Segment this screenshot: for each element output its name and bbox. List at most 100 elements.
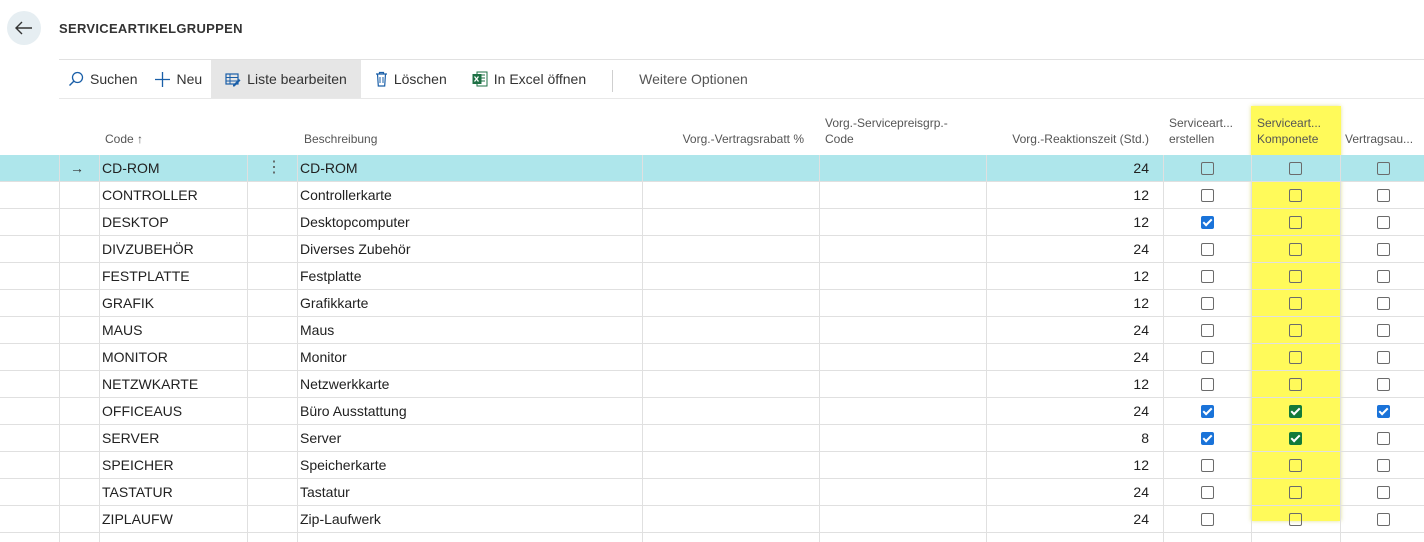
checkbox-create-service-item[interactable] bbox=[1201, 162, 1214, 175]
checkbox-contract[interactable] bbox=[1377, 297, 1390, 310]
cell-response-time[interactable]: 8 bbox=[986, 425, 1149, 451]
cell-code[interactable]: MONITOR bbox=[102, 344, 168, 370]
checkbox-create-service-item[interactable] bbox=[1201, 351, 1214, 364]
cell-code[interactable]: FESTPLATTE bbox=[102, 263, 190, 289]
checkbox-create-service-item[interactable] bbox=[1201, 324, 1214, 337]
column-header-code[interactable]: Code ↑ bbox=[105, 131, 143, 147]
checkbox-service-item-component[interactable] bbox=[1289, 216, 1302, 229]
cell-response-time[interactable]: 24 bbox=[986, 344, 1149, 370]
checkbox-contract[interactable] bbox=[1377, 405, 1390, 418]
checkbox-service-item-component[interactable] bbox=[1289, 378, 1302, 391]
checkbox-service-item-component[interactable] bbox=[1289, 405, 1302, 418]
cell-code[interactable]: TASTATUR bbox=[102, 479, 173, 505]
checkbox-contract[interactable] bbox=[1377, 378, 1390, 391]
cell-response-time[interactable]: 24 bbox=[986, 155, 1149, 181]
column-header-description[interactable]: Beschreibung bbox=[304, 131, 377, 147]
checkbox-contract[interactable] bbox=[1377, 513, 1390, 526]
table-row[interactable]: CONTROLLER Controllerkarte 12 bbox=[0, 182, 1424, 209]
cell-description[interactable]: Desktopcomputer bbox=[300, 209, 410, 235]
checkbox-service-item-component[interactable] bbox=[1289, 351, 1302, 364]
checkbox-contract[interactable] bbox=[1377, 459, 1390, 472]
cell-description[interactable]: Maus bbox=[300, 317, 334, 343]
checkbox-service-item-component[interactable] bbox=[1289, 432, 1302, 445]
checkbox-create-service-item[interactable] bbox=[1201, 486, 1214, 499]
checkbox-create-service-item[interactable] bbox=[1201, 216, 1214, 229]
column-header-price-group-code[interactable]: Vorg.-Servicepreisgrp.- Code bbox=[825, 115, 948, 147]
cell-description[interactable]: Netzwerkkarte bbox=[300, 371, 389, 397]
cell-description[interactable]: Grafikkarte bbox=[300, 290, 368, 316]
checkbox-create-service-item[interactable] bbox=[1201, 405, 1214, 418]
cell-response-time[interactable]: 24 bbox=[986, 479, 1149, 505]
checkbox-create-service-item[interactable] bbox=[1201, 459, 1214, 472]
table-row[interactable]: TASTATUR Tastatur 24 bbox=[0, 479, 1424, 506]
checkbox-contract[interactable] bbox=[1377, 432, 1390, 445]
checkbox-service-item-component[interactable] bbox=[1289, 297, 1302, 310]
column-header-service-item-component[interactable]: Serviceart... Komponete bbox=[1257, 115, 1321, 147]
cell-description[interactable]: Zip-Laufwerk bbox=[300, 506, 381, 532]
checkbox-contract[interactable] bbox=[1377, 243, 1390, 256]
cell-response-time[interactable]: 12 bbox=[986, 452, 1149, 478]
checkbox-service-item-component[interactable] bbox=[1289, 270, 1302, 283]
checkbox-create-service-item[interactable] bbox=[1201, 432, 1214, 445]
table-row[interactable]: DIVZUBEHÖR Diverses Zubehör 24 bbox=[0, 236, 1424, 263]
table-row[interactable]: DESKTOP Desktopcomputer 12 bbox=[0, 209, 1424, 236]
cell-description[interactable]: Büro Ausstattung bbox=[300, 398, 407, 424]
cell-description[interactable]: Tastatur bbox=[300, 479, 350, 505]
cell-description[interactable]: Speicherkarte bbox=[300, 452, 386, 478]
cell-code[interactable]: NETZWKARTE bbox=[102, 371, 198, 397]
column-header-response-time[interactable]: Vorg.-Reaktionszeit (Std.) bbox=[987, 131, 1149, 147]
back-button[interactable] bbox=[7, 11, 41, 45]
cell-response-time[interactable]: 12 bbox=[986, 290, 1149, 316]
checkbox-contract[interactable] bbox=[1377, 162, 1390, 175]
table-row[interactable]: SPEICHER Speicherkarte 12 bbox=[0, 452, 1424, 479]
column-header-create-service-item[interactable]: Serviceart... erstellen bbox=[1169, 115, 1233, 147]
cell-response-time[interactable]: 24 bbox=[986, 236, 1149, 262]
cell-code[interactable]: CD-ROM bbox=[102, 155, 160, 181]
checkbox-create-service-item[interactable] bbox=[1201, 513, 1214, 526]
table-row[interactable]: → ⋮ CD-ROM CD-ROM 24 bbox=[0, 155, 1424, 182]
open-in-excel-button[interactable]: In Excel öffnen bbox=[456, 60, 595, 98]
cell-code[interactable]: DESKTOP bbox=[102, 209, 169, 235]
checkbox-create-service-item[interactable] bbox=[1201, 270, 1214, 283]
checkbox-service-item-component[interactable] bbox=[1289, 324, 1302, 337]
cell-description[interactable]: Server bbox=[300, 425, 341, 451]
cell-description[interactable]: Festplatte bbox=[300, 263, 361, 289]
cell-description[interactable]: Monitor bbox=[300, 344, 347, 370]
search-button[interactable]: Suchen bbox=[59, 60, 146, 98]
cell-code[interactable]: DIVZUBEHÖR bbox=[102, 236, 194, 262]
checkbox-contract[interactable] bbox=[1377, 189, 1390, 202]
checkbox-contract[interactable] bbox=[1377, 351, 1390, 364]
table-row[interactable]: OFFICEAUS Büro Ausstattung 24 bbox=[0, 398, 1424, 425]
checkbox-service-item-component[interactable] bbox=[1289, 459, 1302, 472]
cell-code[interactable]: ZIPLAUFW bbox=[102, 506, 173, 532]
cell-description[interactable]: Diverses Zubehör bbox=[300, 236, 411, 262]
delete-button[interactable]: Löschen bbox=[361, 60, 456, 98]
checkbox-service-item-component[interactable] bbox=[1289, 162, 1302, 175]
table-row[interactable]: MONITOR Monitor 24 bbox=[0, 344, 1424, 371]
table-row[interactable]: SERVER Server 8 bbox=[0, 425, 1424, 452]
cell-response-time[interactable]: 24 bbox=[986, 506, 1149, 532]
edit-list-button[interactable]: Liste bearbeiten bbox=[211, 60, 361, 98]
cell-response-time[interactable]: 12 bbox=[986, 371, 1149, 397]
column-header-contract-discount[interactable]: Vorg.-Vertragsrabatt % bbox=[643, 131, 804, 147]
checkbox-service-item-component[interactable] bbox=[1289, 243, 1302, 256]
table-row[interactable]: ZIPLAUFW Zip-Laufwerk 24 bbox=[0, 506, 1424, 533]
row-actions-icon[interactable]: ⋮ bbox=[264, 155, 284, 181]
new-button[interactable]: Neu bbox=[146, 60, 211, 98]
table-row[interactable]: MAUS Maus 24 bbox=[0, 317, 1424, 344]
checkbox-contract[interactable] bbox=[1377, 486, 1390, 499]
table-row[interactable]: GRAFIK Grafikkarte 12 bbox=[0, 290, 1424, 317]
cell-code[interactable]: SERVER bbox=[102, 425, 159, 451]
checkbox-service-item-component[interactable] bbox=[1289, 513, 1302, 526]
checkbox-service-item-component[interactable] bbox=[1289, 189, 1302, 202]
cell-response-time[interactable]: 12 bbox=[986, 182, 1149, 208]
cell-code[interactable]: MAUS bbox=[102, 317, 142, 343]
cell-response-time[interactable]: 12 bbox=[986, 209, 1149, 235]
cell-code[interactable]: GRAFIK bbox=[102, 290, 154, 316]
table-row[interactable]: NETZWKARTE Netzwerkkarte 12 bbox=[0, 371, 1424, 398]
checkbox-contract[interactable] bbox=[1377, 324, 1390, 337]
cell-code[interactable]: SPEICHER bbox=[102, 452, 174, 478]
checkbox-service-item-component[interactable] bbox=[1289, 486, 1302, 499]
checkbox-contract[interactable] bbox=[1377, 270, 1390, 283]
cell-response-time[interactable]: 12 bbox=[986, 263, 1149, 289]
